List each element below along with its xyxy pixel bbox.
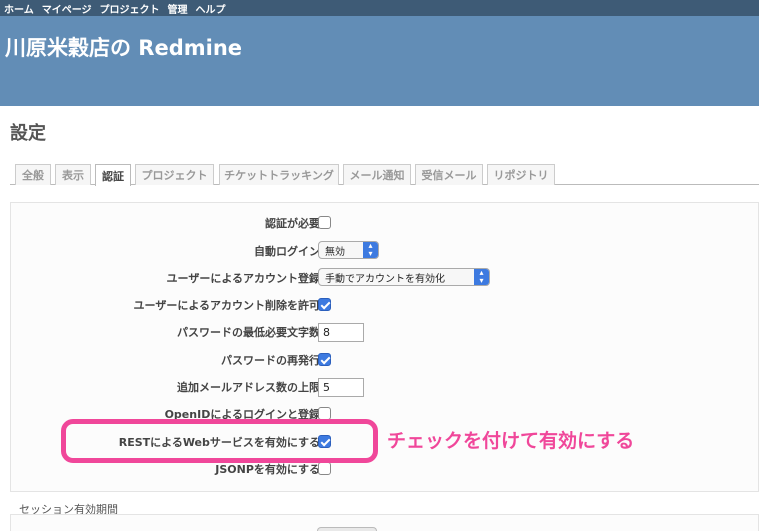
password-min-length-input[interactable]: 8 [318,323,364,342]
self-registration-select[interactable]: 手動でアカウントを有効化 ▴ ▾ [318,268,490,286]
top-menu-help[interactable]: ヘルプ [196,1,226,16]
setting-lost-password: パスワードの再発行 [11,349,759,369]
jsonp-checkbox[interactable] [318,462,331,475]
password-min-length-label: パスワードの最低必要文字数 [177,326,320,339]
autologin-select-value: 無効 [325,246,345,258]
page-title: 設定 [10,123,46,144]
max-additional-emails-input[interactable]: 5 [318,378,364,397]
login-required-checkbox[interactable] [318,216,331,229]
lost-password-checkbox[interactable] [318,353,331,366]
self-registration-label: ユーザーによるアカウント登録 [166,272,320,285]
unsubscribe-label: ユーザーによるアカウント削除を許可 [133,299,320,312]
site-title: 川原米穀店の Redmine [5,36,243,60]
setting-unsubscribe: ユーザーによるアカウント削除を許可 [11,294,759,314]
select-arrows-icon: ▴ ▾ [474,269,489,285]
setting-self-registration: ユーザーによるアカウント登録 手動でアカウントを有効化 ▴ ▾ [11,267,759,287]
tab-issue-tracking[interactable]: チケットトラッキング [219,164,339,185]
tab-repositories[interactable]: リポジトリ [487,164,555,185]
setting-password-min-length: パスワードの最低必要文字数 8 [11,321,759,342]
jsonp-label: JSONPを有効にする [215,463,320,476]
select-arrows-icon: ▴ ▾ [363,242,378,258]
tab-general[interactable]: 全般 [15,164,51,185]
max-additional-emails-label: 追加メールアドレス数の上限 [177,381,320,394]
session-select-partial[interactable] [317,527,377,531]
autologin-select[interactable]: 無効 ▴ ▾ [318,241,379,259]
top-menu: ホーム マイページ プロジェクト 管理 ヘルプ [0,0,759,16]
top-menu-projects[interactable]: プロジェクト [100,1,160,16]
lost-password-label: パスワードの再発行 [221,354,320,367]
top-menu-home[interactable]: ホーム [4,1,34,16]
top-menu-admin[interactable]: 管理 [168,1,188,16]
autologin-label: 自動ログイン [254,245,320,258]
annotation-highlight-frame [61,419,378,463]
unsubscribe-checkbox[interactable] [318,298,331,311]
tab-incoming-emails[interactable]: 受信メール [415,164,483,185]
header: 川原米穀店の Redmine [0,16,759,106]
tab-display[interactable]: 表示 [55,164,91,185]
session-lifetime-box [10,514,759,531]
setting-autologin: 自動ログイン 無効 ▴ ▾ [11,240,759,260]
tab-authentication[interactable]: 認証 [95,164,131,186]
setting-login-required: 認証が必要 [11,212,759,232]
tab-email-notifications[interactable]: メール通知 [343,164,411,185]
setting-max-additional-emails: 追加メールアドレス数の上限 5 [11,376,759,397]
self-registration-select-value: 手動でアカウントを有効化 [325,273,445,285]
login-required-label: 認証が必要 [265,217,320,230]
tab-projects[interactable]: プロジェクト [135,164,214,185]
annotation-text: チェックを付けて有効にする [387,430,635,452]
settings-tabs: 全般 表示 認証 プロジェクト チケットトラッキング メール通知 受信メール リ… [10,163,759,186]
top-menu-my-page[interactable]: マイページ [42,1,92,16]
